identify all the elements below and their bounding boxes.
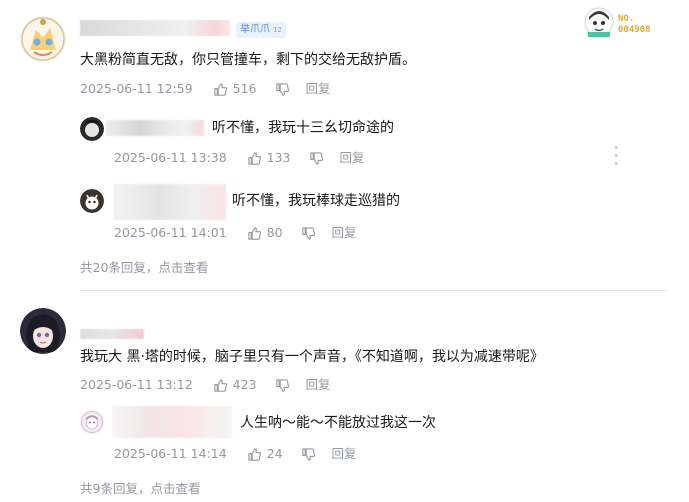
comment-text: 我玩大 黑·塔的时候，脑子里只有一个声音，《不知道啊，我以为减速带呢》 bbox=[80, 349, 544, 365]
avatar[interactable] bbox=[20, 308, 66, 354]
view-more-replies[interactable]: 共20条回复，点击查看 bbox=[80, 257, 208, 276]
fan-number-value: 004908 bbox=[618, 25, 651, 35]
comment-time: 2025-06-11 12:59 bbox=[80, 81, 193, 96]
like-count: 516 bbox=[232, 81, 257, 96]
thumbs-down-icon bbox=[301, 226, 315, 240]
comment-divider bbox=[80, 290, 668, 291]
thumbs-up-icon bbox=[213, 82, 227, 96]
more-dots-icon[interactable]: · · · bbox=[612, 140, 620, 172]
thumbs-down-icon bbox=[309, 151, 323, 165]
like-button[interactable]: 423 bbox=[213, 377, 257, 393]
comment-time: 2025-06-11 13:12 bbox=[80, 377, 193, 392]
fan-number-label: NO. bbox=[618, 14, 635, 24]
dislike-button[interactable] bbox=[275, 82, 290, 97]
reply-time: 2025-06-11 14:01 bbox=[114, 225, 227, 240]
like-button[interactable]: 133 bbox=[247, 150, 291, 166]
comment-meta: 2025-06-11 13:12 423 回复 bbox=[80, 377, 331, 393]
like-count: 80 bbox=[266, 225, 283, 240]
avatar[interactable] bbox=[20, 16, 66, 62]
thumbs-up-icon bbox=[247, 151, 261, 165]
avatar[interactable] bbox=[80, 410, 104, 434]
like-count: 423 bbox=[232, 377, 257, 392]
thumbs-up-icon bbox=[247, 226, 261, 240]
avatar[interactable] bbox=[80, 189, 104, 213]
thumbs-up-icon bbox=[247, 447, 261, 461]
thumbs-up-icon bbox=[213, 378, 227, 392]
reply-text: 听不懂，我玩棒球走巡猎的 bbox=[232, 193, 400, 209]
username-blurred[interactable] bbox=[80, 329, 144, 339]
reply-text: 人生呐～能～不能放过我这一次 bbox=[240, 415, 436, 431]
username-blurred[interactable] bbox=[80, 20, 230, 36]
like-count: 133 bbox=[266, 150, 291, 165]
dislike-button[interactable] bbox=[275, 378, 290, 393]
dislike-button[interactable] bbox=[309, 151, 324, 166]
dislike-button[interactable] bbox=[301, 447, 316, 462]
reply-button[interactable]: 回复 bbox=[332, 446, 357, 462]
reply-button[interactable]: 回复 bbox=[332, 225, 357, 241]
reply-button[interactable]: 回复 bbox=[306, 377, 331, 393]
reply-time: 2025-06-11 13:38 bbox=[114, 150, 227, 165]
fan-badge-level: 12 bbox=[273, 26, 282, 34]
comment-text: 大黑粉简直无敌，你只管撞车，剩下的交给无敌护盾。 bbox=[80, 52, 416, 68]
comment-meta: 2025-06-11 12:59 516 回复 bbox=[80, 81, 331, 97]
reply-time: 2025-06-11 14:14 bbox=[114, 446, 227, 461]
like-button[interactable]: 80 bbox=[247, 225, 283, 241]
avatar[interactable] bbox=[80, 117, 104, 141]
username-blurred[interactable] bbox=[112, 406, 232, 438]
username-blurred[interactable] bbox=[106, 120, 204, 136]
view-more-replies[interactable]: 共9条回复，点击查看 bbox=[80, 478, 200, 497]
reply-meta: 2025-06-11 13:38 133 回复 bbox=[114, 150, 365, 166]
reply-button[interactable]: 回复 bbox=[340, 150, 365, 166]
username-blurred[interactable] bbox=[114, 184, 226, 220]
reply-meta: 2025-06-11 14:01 80 回复 bbox=[114, 225, 357, 241]
fan-badge[interactable]: 举爪爪 12 bbox=[236, 22, 286, 38]
dislike-button[interactable] bbox=[301, 226, 316, 241]
like-button[interactable]: 516 bbox=[213, 81, 257, 97]
reply-text: 听不懂，我玩十三幺切命途的 bbox=[212, 120, 394, 136]
fan-card: NO. 004908 bbox=[582, 6, 672, 38]
thumbs-down-icon bbox=[275, 378, 289, 392]
reply-meta: 2025-06-11 14:14 24 回复 bbox=[114, 446, 357, 462]
fan-badge-label: 举爪爪 bbox=[240, 24, 270, 35]
thumbs-down-icon bbox=[275, 82, 289, 96]
like-count: 24 bbox=[266, 446, 283, 461]
like-button[interactable]: 24 bbox=[247, 446, 283, 462]
fan-card-character-icon bbox=[584, 7, 614, 37]
thumbs-down-icon bbox=[301, 447, 315, 461]
reply-button[interactable]: 回复 bbox=[306, 81, 331, 97]
